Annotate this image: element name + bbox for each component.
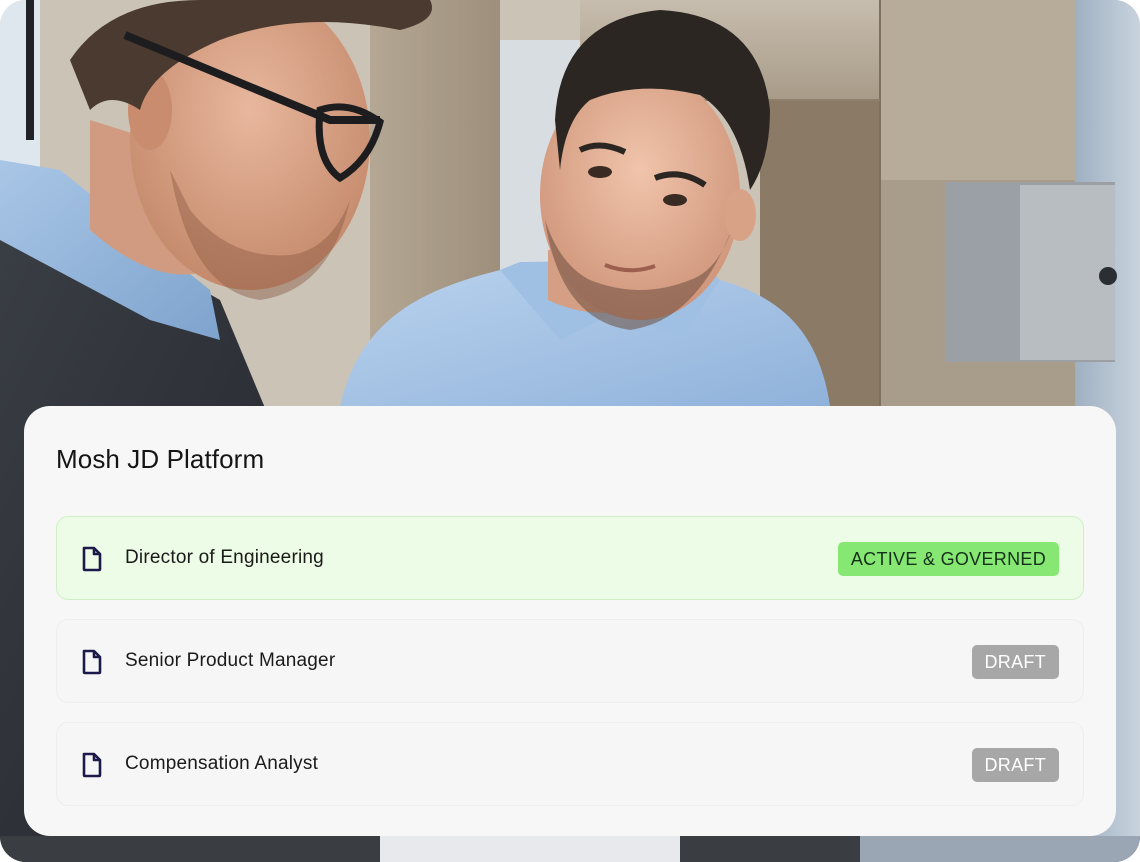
status-badge: DRAFT [971, 645, 1059, 679]
document-icon [81, 649, 103, 675]
jd-platform-card: Mosh JD Platform Director of Engineering… [24, 406, 1116, 836]
card-title: Mosh JD Platform [56, 444, 265, 474]
job-row-compensation-analyst[interactable]: Compensation Analyst DRAFT [56, 722, 1084, 806]
job-title: Compensation Analyst [125, 753, 319, 774]
document-icon [81, 752, 103, 778]
hero-frame: Mosh JD Platform Director of Engineering… [0, 0, 1140, 862]
status-badge: ACTIVE & GOVERNED [837, 542, 1059, 576]
document-icon [81, 546, 103, 572]
job-row-senior-product-manager[interactable]: Senior Product Manager DRAFT [56, 619, 1084, 703]
status-badge: DRAFT [971, 748, 1059, 782]
job-row-director-of-engineering[interactable]: Director of Engineering ACTIVE & GOVERNE… [56, 516, 1084, 600]
job-title: Director of Engineering [125, 547, 324, 568]
job-title: Senior Product Manager [125, 650, 336, 671]
